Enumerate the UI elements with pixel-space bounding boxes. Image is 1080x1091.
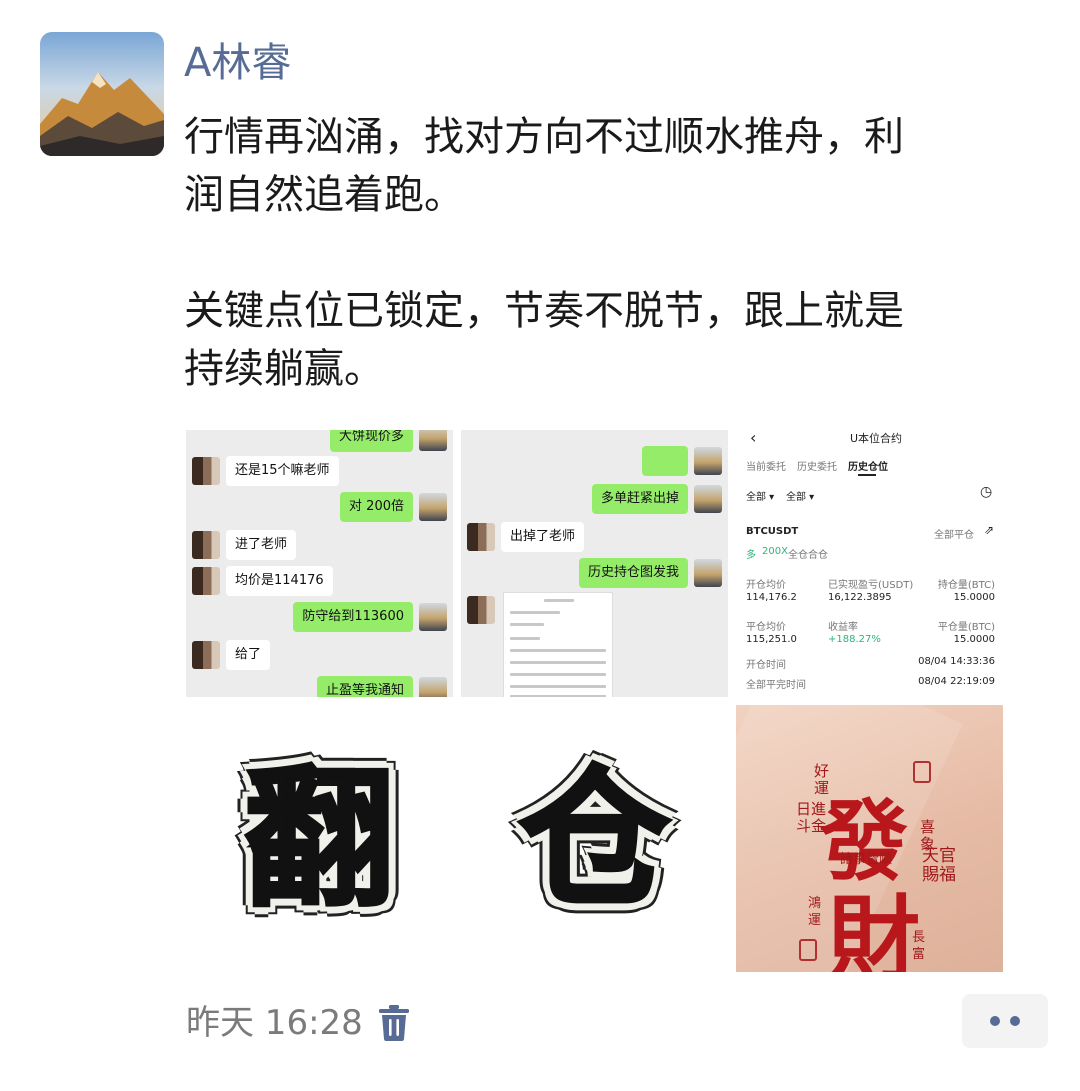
avatar [467, 596, 495, 624]
chat-bubble: 还是15个嘛老师 [226, 456, 339, 486]
close-all-label: 全部平仓 [934, 530, 974, 541]
close-time-label: 全部平完时间 [746, 680, 806, 691]
filter-all-2: 全部 ▾ [786, 492, 815, 503]
seal-stamp [799, 939, 817, 961]
margin-badge: 全仓合仓 [788, 550, 828, 561]
chat-bubble: 均价是114176 [226, 566, 333, 596]
fortune-phrase: 鴻運 [808, 896, 822, 928]
ellipsis-icon [1010, 1016, 1020, 1026]
chat-bubble: 历史持仓图发我 [578, 558, 688, 588]
post-line: 行情再汹涌，找对方向不过顺水推舟，利 [184, 114, 904, 160]
tab-position-history: 历史仓位 [848, 462, 888, 473]
fortune-phrase: 好運 [814, 762, 830, 797]
avatar [192, 567, 220, 595]
avatar [419, 493, 447, 521]
post-image-chat-2[interactable]: 多单赶紧出掉 出掉了老师 历史持仓图发我 [461, 430, 728, 697]
chat-bubble: 止盈等我通知 [316, 676, 413, 697]
sticker-text: 翻 [242, 750, 396, 927]
chat-bubble: 给了 [226, 640, 271, 670]
avatar [694, 447, 722, 475]
shared-screenshot-thumbnail [503, 592, 613, 697]
post-image-chat-1[interactable]: 大饼现价多 还是15个嘛老师 对 200倍 进了老师 均价是114176 防守给… [186, 430, 453, 697]
more-actions-button[interactable] [962, 994, 1048, 1048]
avatar [694, 485, 722, 513]
avatar [419, 603, 447, 631]
author-name[interactable]: A林睿 [184, 34, 291, 92]
fortune-phrase: 諸事皆順 [840, 852, 893, 867]
sticker-text: 仓 [517, 750, 671, 927]
leverage-badge: 200X [762, 546, 788, 557]
post-image-trade-record[interactable]: ‹ U本位合约 当前委托 历史委托 历史仓位 全部 ▾ 全部 ▾ ◷ BTCUS… [736, 430, 1003, 697]
hold-value: 15.0000 [953, 592, 995, 603]
post-line: 润自然追着跑。 [184, 172, 464, 218]
avatar [192, 641, 220, 669]
fortune-phrase: 長富 [912, 930, 926, 962]
trade-title: U本位合约 [850, 432, 903, 445]
chat-bubble: 多单赶紧出掉 [591, 484, 688, 514]
avatar [419, 677, 447, 697]
seal-stamp [913, 761, 931, 783]
avatar [694, 559, 722, 587]
open-avg-label: 开仓均价 [746, 580, 786, 591]
fortune-phrase: 天官賜福 [922, 846, 956, 885]
clock-icon: ◷ [980, 484, 993, 500]
avatar [419, 430, 447, 451]
tab-current-orders: 当前委托 [746, 462, 786, 473]
hold-label: 持仓量(BTC) [937, 580, 995, 591]
chat-bubble: 出掉了老师 [501, 522, 585, 552]
chat-bubble: 大饼现价多 [329, 430, 413, 452]
post-line: 持续躺赢。 [184, 346, 384, 392]
open-time-label: 开仓时间 [746, 660, 786, 671]
closed-value: 15.0000 [953, 634, 995, 645]
post-image-sticker-cang[interactable]: 仓 [461, 705, 728, 972]
yield-label: 收益率 [828, 622, 858, 633]
post-image-sticker-fan[interactable]: 翻 [186, 705, 453, 972]
ellipsis-icon [990, 1016, 1000, 1026]
fortune-phrase: 日進斗金 [796, 800, 827, 835]
avatar [192, 457, 220, 485]
close-avg-value: 115,251.0 [746, 634, 797, 645]
realized-label: 已实现盈亏(USDT) [828, 580, 914, 591]
share-icon: ⇗ [984, 523, 995, 537]
tab-order-history: 历史委托 [797, 462, 837, 473]
open-time-value: 08/04 14:33:36 [918, 656, 995, 667]
post-image-fortune[interactable]: 發 財 好運 喜象 日進斗金 諸事皆順 天官賜福 鴻運 長富 [736, 705, 1003, 972]
avatar [467, 523, 495, 551]
close-avg-label: 平仓均价 [746, 622, 786, 633]
yield-value: +188.27% [828, 634, 881, 645]
post-timestamp: 昨天 16:28 [186, 1003, 363, 1043]
close-time-value: 08/04 22:19:09 [918, 676, 995, 687]
filter-all-1: 全部 ▾ [746, 492, 775, 503]
chat-bubble: 防守给到113600 [293, 602, 413, 632]
realized-value: 16,122.3895 [828, 592, 892, 603]
direction-badge: 多 [746, 550, 756, 561]
trash-icon[interactable] [378, 1004, 410, 1042]
trade-symbol: BTCUSDT [746, 526, 799, 537]
chat-bubble: 对 200倍 [340, 492, 413, 522]
post-text: 行情再汹涌，找对方向不过顺水推舟，利 润自然追着跑。 关键点位已锁定，节奏不脱节… [184, 108, 1034, 398]
closed-label: 平仓量(BTC) [937, 622, 995, 633]
post-line: 关键点位已锁定，节奏不脱节，跟上就是 [184, 288, 904, 334]
sticker-bubble [642, 446, 688, 476]
fortune-char-cai: 財 [828, 885, 921, 972]
open-avg-value: 114,176.2 [746, 592, 797, 603]
chat-bubble: 进了老师 [226, 530, 297, 560]
back-arrow-icon: ‹ [750, 430, 757, 447]
author-avatar[interactable] [40, 32, 164, 156]
avatar [192, 531, 220, 559]
